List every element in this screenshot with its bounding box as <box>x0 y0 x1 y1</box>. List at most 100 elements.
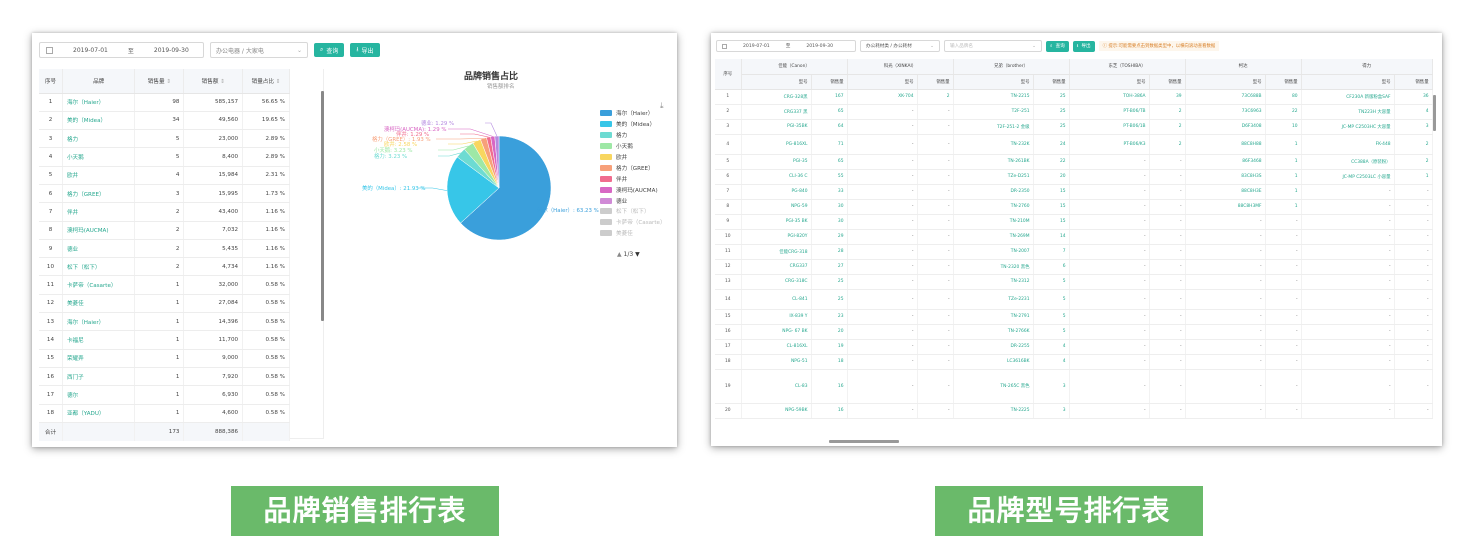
legend-pager[interactable]: ▲ 1/3 ▼ <box>617 251 640 258</box>
brand-link[interactable]: 美菱佳 <box>62 294 136 314</box>
vertical-scrollbar[interactable] <box>1433 95 1436 131</box>
table-cell: 1 <box>134 385 185 405</box>
sort-icon[interactable]: ⇕ <box>218 79 225 85</box>
model-cell: - <box>1301 354 1395 370</box>
model-cell: PGI-35BK <box>741 119 812 135</box>
brand-link[interactable]: 小天鹅 <box>62 147 136 167</box>
table-cell: 0.58 % <box>242 367 290 387</box>
table-cell: 19.65 % <box>242 111 290 131</box>
legend-item[interactable]: 欧井 <box>600 152 666 163</box>
table-row: 19 CL-83 16- - TN-265C 黑色 3- - - - - - <box>715 369 1433 404</box>
table-cell: 1 <box>134 349 185 368</box>
row-index: 14 <box>715 289 742 310</box>
sub-header[interactable]: 销售量 <box>1265 74 1302 90</box>
column-header[interactable]: 销量占比 ⇕ <box>242 69 290 94</box>
table-row: 6 格力（GREE） 3 15,995 1.73 % <box>39 184 290 204</box>
brand-link[interactable]: 亚都（YADU） <box>62 404 136 423</box>
quantity-cell: - <box>1394 289 1433 310</box>
brand-link[interactable]: 卡福尼 <box>62 330 136 350</box>
sub-header[interactable]: 销售量 <box>1149 74 1186 90</box>
column-header[interactable]: 销售额 ⇕ <box>183 69 244 94</box>
quantity-cell: 25 <box>811 289 848 310</box>
table-row: 16 NPG- 67 BK 20- - TN-2766K 5- - - - - - <box>715 324 1433 340</box>
sub-header[interactable]: 销售量 <box>1033 74 1070 90</box>
quantity-cell: - <box>1394 259 1433 275</box>
quantity-cell: - <box>1149 324 1186 340</box>
category-select[interactable]: 办公耗材类 / 办公耗材 ⌄ <box>860 40 940 52</box>
legend-item[interactable]: 美的（Midea） <box>600 119 666 130</box>
quantity-cell: 39 <box>1149 89 1186 105</box>
sub-header[interactable]: 销售量 <box>1394 74 1433 90</box>
sub-header[interactable]: 销售量 <box>811 74 848 90</box>
brand-link[interactable]: 西门子 <box>62 367 136 387</box>
quantity-cell: - <box>1149 199 1186 215</box>
query-button[interactable]: ⌕ 查询 <box>1046 40 1069 52</box>
brand-link[interactable]: 伴井 <box>62 202 136 222</box>
quantity-cell: - <box>1394 369 1433 404</box>
brand-link[interactable]: 欧井 <box>62 166 136 185</box>
model-cell: TN-261BK <box>953 154 1034 170</box>
quantity-cell: 5 <box>1033 289 1070 310</box>
quantity-cell: 27 <box>811 259 848 275</box>
model-cell: - <box>1301 289 1395 310</box>
brand-link[interactable]: 德业 <box>62 239 136 259</box>
brand-link[interactable]: 格力（GREE） <box>62 184 136 204</box>
export-button[interactable]: ⭳ 导出 <box>350 43 380 57</box>
query-button[interactable]: ⌕ 查询 <box>314 43 345 57</box>
quantity-cell: - <box>917 309 954 325</box>
legend-label: 松下（松下） <box>616 209 650 216</box>
sort-icon[interactable]: ⇕ <box>165 79 171 85</box>
brand-link[interactable]: 格力 <box>62 129 136 149</box>
chevron-down-icon: ⌄ <box>1032 43 1036 49</box>
legend-item[interactable]: 海尔（Haier） <box>600 108 666 119</box>
export-button[interactable]: ⭳ 导出 <box>1072 40 1095 52</box>
brand-link[interactable]: 美的（Midea） <box>62 111 136 131</box>
date-range-picker[interactable]: 2019-07-01 至 2019-09-30 <box>716 40 856 52</box>
sort-icon[interactable]: ⇕ <box>274 79 281 85</box>
model-cell: FK-448 <box>1301 134 1395 155</box>
sub-header[interactable]: 销售量 <box>917 74 954 90</box>
category-select[interactable]: 办公电器 / 大家电 ⌄ <box>210 42 308 58</box>
chart-legend: 海尔（Haier） 美的（Midea） 格力 小天鹅 欧井 格力（GREE） 伴井 澳柯玛(A… <box>600 108 666 239</box>
sub-header: 型号 <box>1069 74 1150 90</box>
brand-link[interactable]: 卡萨帝（Casarte） <box>62 275 136 295</box>
brand-link[interactable]: 海尔（Haier） <box>62 93 136 112</box>
table-cell: 0.58 % <box>242 330 290 350</box>
legend-item[interactable]: 德业 <box>600 195 666 206</box>
brand-search-input[interactable]: 输入品牌名 ⌄ <box>944 40 1042 52</box>
model-cell: CF230A 新版粉盒SAF <box>1301 89 1395 105</box>
brand-link[interactable]: 海尔（Haier） <box>62 312 136 332</box>
quantity-cell: - <box>917 119 954 135</box>
arrow-down-icon[interactable]: ▼ <box>635 251 640 258</box>
model-cell: CRG-318C <box>741 274 812 290</box>
quantity-cell: 4 <box>1033 339 1070 355</box>
model-cell: TN-2320 黑色 <box>953 259 1034 275</box>
arrow-up-icon[interactable]: ▲ <box>617 251 622 258</box>
legend-item[interactable]: 格力 <box>600 130 666 141</box>
brand-link[interactable]: 荣耀弄 <box>62 349 136 368</box>
table-row: 5 PGI-35 65- - TN-261BK 22- -86F3468 1 CC388A（原装… <box>715 154 1433 170</box>
table-cell: 4,734 <box>183 257 244 277</box>
legend-item[interactable]: 伴井 <box>600 173 666 184</box>
table-cell: 98 <box>134 93 185 112</box>
legend-item[interactable]: 格力（GREE） <box>600 162 666 173</box>
table-cell: 2.89 % <box>242 147 290 167</box>
model-cell: T2F-251 <box>953 104 1034 120</box>
column-header[interactable]: 销售量 ⇕ <box>134 69 185 94</box>
table-cell: 5 <box>134 129 185 149</box>
horizontal-scrollbar[interactable] <box>829 440 899 443</box>
quantity-cell: 23 <box>811 309 848 325</box>
legend-item[interactable]: 小天鹅 <box>600 141 666 152</box>
legend-item[interactable]: 卡萨帝（Casarte） <box>600 217 666 228</box>
model-cell: TOH-386A <box>1069 89 1150 105</box>
legend-item[interactable]: 美菱佳 <box>600 228 666 239</box>
brand-link[interactable]: 德尔 <box>62 385 136 405</box>
date-range-picker[interactable]: 2019-07-01 至 2019-09-30 <box>39 42 204 58</box>
quantity-cell: 14 <box>1033 229 1070 245</box>
table-row: 14 卡福尼 1 11,700 0.58 % <box>39 330 290 350</box>
legend-item[interactable]: 松下（松下） <box>600 206 666 217</box>
brand-link[interactable]: 澳柯玛(AUCMA) <box>62 221 136 240</box>
legend-item[interactable]: 澳柯玛(AUCMA) <box>600 184 666 195</box>
table-cell: 4 <box>39 147 63 167</box>
brand-link[interactable]: 松下（松下） <box>62 257 136 277</box>
